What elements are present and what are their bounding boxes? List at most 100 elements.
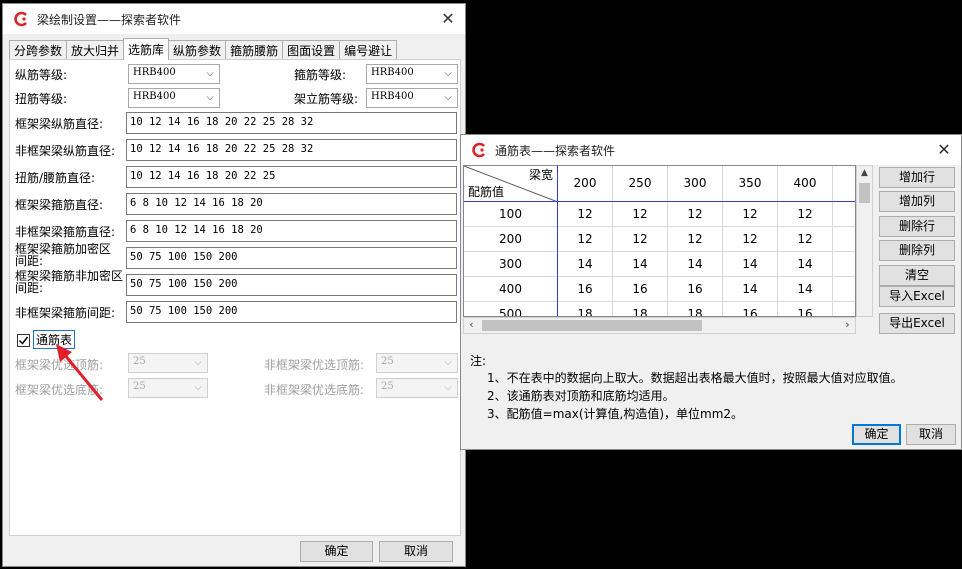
tab-strip: 分跨参数 放大归并 选筋库 纵筋参数 箍筋腰筋 图面设置 编号避让 — [9, 38, 398, 60]
table-cell[interactable]: 12 — [668, 227, 723, 252]
row-header: 400 — [464, 277, 558, 302]
row-header: 500 — [464, 302, 558, 316]
frame-nondense-spacing-label: 框架梁箍筋非加密区 间距: — [15, 269, 124, 295]
tab-number-avoid[interactable]: 编号避让 — [339, 40, 398, 60]
through-bar-grid[interactable]: 梁宽 配筋值 200 250 300 350 400 4 100 12 12 1… — [463, 165, 856, 317]
grid-vertical-scrollbar[interactable]: ▲ — [856, 165, 873, 317]
torsion-grade-select[interactable]: HRB400 ⌵ — [128, 88, 220, 108]
scroll-up-icon[interactable]: ▲ — [857, 166, 872, 181]
nonframe-long-dia-field[interactable]: 10 12 14 16 18 20 22 25 28 32 — [126, 139, 457, 161]
table-cell[interactable]: 12 — [723, 227, 778, 252]
long-grade-select[interactable]: HRB400 ⌵ — [128, 64, 220, 84]
table-cell[interactable]: 14 — [723, 277, 778, 302]
table-cell[interactable]: 16 — [613, 277, 668, 302]
table-cell[interactable]: 16 — [558, 277, 613, 302]
table-cell[interactable]: 14 — [778, 277, 833, 302]
clear-button[interactable]: 清空 — [879, 265, 955, 286]
close-icon[interactable]: ✕ — [933, 139, 955, 161]
frame-stirrup-dia-field[interactable]: 6 8 10 12 14 16 18 20 — [126, 193, 457, 215]
table-cell[interactable]: 16 — [778, 302, 833, 316]
column-header: 300 — [668, 166, 723, 202]
import-excel-button[interactable]: 导入Excel — [879, 286, 955, 307]
chevron-down-icon: ⌵ — [194, 357, 202, 368]
chevron-down-icon: ⌵ — [444, 382, 452, 393]
table-cell[interactable]: 12 — [668, 202, 723, 227]
main-ok-button[interactable]: 确定 — [300, 541, 373, 562]
tab-drawing-settings[interactable]: 图面设置 — [282, 40, 341, 60]
table-cell[interactable]: 1 — [833, 252, 855, 277]
frame-long-dia-field[interactable]: 10 12 14 16 18 20 22 25 28 32 — [126, 112, 457, 134]
stirrup-grade-label: 箍筋等级: — [294, 68, 347, 82]
tab-bar-library[interactable]: 选筋库 — [123, 38, 170, 60]
chevron-down-icon: ⌵ — [206, 92, 214, 103]
table-cell[interactable]: 16 — [668, 277, 723, 302]
frame-bottom-bar-select: 25 ⌵ — [128, 378, 208, 398]
frame-nondense-spacing-field[interactable]: 50 75 100 150 200 — [126, 274, 457, 296]
tab-stirrup-waist[interactable]: 箍筋腰筋 — [225, 40, 284, 60]
table-cell[interactable]: 14 — [668, 252, 723, 277]
header-divider-vertical — [557, 166, 558, 316]
table-cell[interactable]: 14 — [778, 252, 833, 277]
table-title-bar: 通筋表——探索者软件 ✕ — [461, 135, 961, 165]
tab-long-bar-params[interactable]: 纵筋参数 — [168, 40, 227, 60]
table-cell[interactable]: 12 — [723, 202, 778, 227]
column-header: 4 — [833, 166, 855, 202]
table-cell[interactable]: 1 — [833, 202, 855, 227]
nonframe-stirrup-dia-field[interactable]: 6 8 10 12 14 16 18 20 — [126, 220, 457, 242]
note-line: 1、不在表中的数据向上取大。数据超出表格最大值时，按照最大值对应取值。 — [487, 371, 903, 385]
table-cell[interactable]: 1 — [833, 302, 855, 316]
table-cell[interactable]: 14 — [558, 252, 613, 277]
nonframe-spacing-field[interactable]: 50 75 100 150 200 — [126, 301, 457, 323]
nonframe-spacing-label: 非框架梁箍筋间距: — [15, 306, 116, 320]
table-cell[interactable]: 16 — [723, 302, 778, 316]
table-cell[interactable]: 12 — [558, 227, 613, 252]
add-column-button[interactable]: 增加列 — [879, 191, 955, 212]
table-cell[interactable]: 18 — [668, 302, 723, 316]
main-settings-window: 梁绘制设置——探索者软件 ✕ 分跨参数 放大归并 选筋库 纵筋参数 箍筋腰筋 图… — [2, 3, 466, 567]
delete-column-button[interactable]: 删除列 — [879, 240, 955, 261]
table-cell[interactable]: 12 — [613, 202, 668, 227]
table-cell[interactable]: 12 — [613, 227, 668, 252]
app-logo-icon — [472, 142, 485, 158]
table-cell[interactable]: 1 — [833, 277, 855, 302]
frame-dense-spacing-label: 框架梁箍筋加密区 间距: — [15, 242, 112, 268]
close-icon[interactable]: ✕ — [437, 8, 459, 30]
row-header: 100 — [464, 202, 558, 227]
check-icon — [18, 336, 29, 345]
table-cell[interactable]: 12 — [778, 227, 833, 252]
grid-horizontal-scrollbar[interactable]: ‹ › — [463, 317, 856, 334]
through-bar-table-checkbox[interactable] — [17, 334, 30, 347]
table-cancel-button[interactable]: 取消 — [906, 424, 956, 445]
vertical-scroll-thumb[interactable] — [859, 183, 870, 203]
row-header: 300 — [464, 252, 558, 277]
annotation-arrow-icon — [56, 344, 104, 401]
table-cell[interactable]: 12 — [778, 202, 833, 227]
torsion-waist-dia-field[interactable]: 10 12 14 16 18 20 22 25 — [126, 166, 457, 188]
table-cell[interactable]: 14 — [723, 252, 778, 277]
main-window-title: 梁绘制设置——探索者软件 — [37, 12, 182, 27]
table-cell[interactable]: 18 — [613, 302, 668, 316]
scroll-right-icon[interactable]: › — [840, 318, 855, 333]
delete-row-button[interactable]: 删除行 — [879, 216, 955, 237]
column-header: 250 — [613, 166, 668, 202]
frame-dense-spacing-field[interactable]: 50 75 100 150 200 — [126, 247, 457, 269]
nonframe-top-bar-label: 非框架梁优选顶筋: — [264, 358, 365, 372]
scroll-left-icon[interactable]: ‹ — [464, 318, 479, 333]
corner-bottom-label: 配筋值 — [468, 185, 505, 199]
chevron-down-icon: ⌵ — [444, 68, 452, 79]
table-cell[interactable]: 12 — [558, 202, 613, 227]
export-excel-button[interactable]: 导出Excel — [879, 313, 955, 334]
table-ok-button[interactable]: 确定 — [852, 424, 901, 445]
chevron-down-icon: ⌵ — [194, 382, 202, 393]
tab-span-params[interactable]: 分跨参数 — [9, 40, 68, 60]
main-cancel-button[interactable]: 取消 — [379, 541, 453, 562]
erect-grade-select[interactable]: HRB400 ⌵ — [366, 88, 458, 108]
add-row-button[interactable]: 增加行 — [879, 167, 955, 188]
stirrup-grade-select[interactable]: HRB400 ⌵ — [366, 64, 458, 84]
nonframe-bottom-bar-select: 25 ⌵ — [376, 378, 458, 398]
tab-enlarge-merge[interactable]: 放大归并 — [66, 40, 125, 60]
table-cell[interactable]: 18 — [558, 302, 613, 316]
horizontal-scroll-thumb[interactable] — [482, 320, 702, 331]
table-cell[interactable]: 14 — [613, 252, 668, 277]
table-cell[interactable]: 1 — [833, 227, 855, 252]
